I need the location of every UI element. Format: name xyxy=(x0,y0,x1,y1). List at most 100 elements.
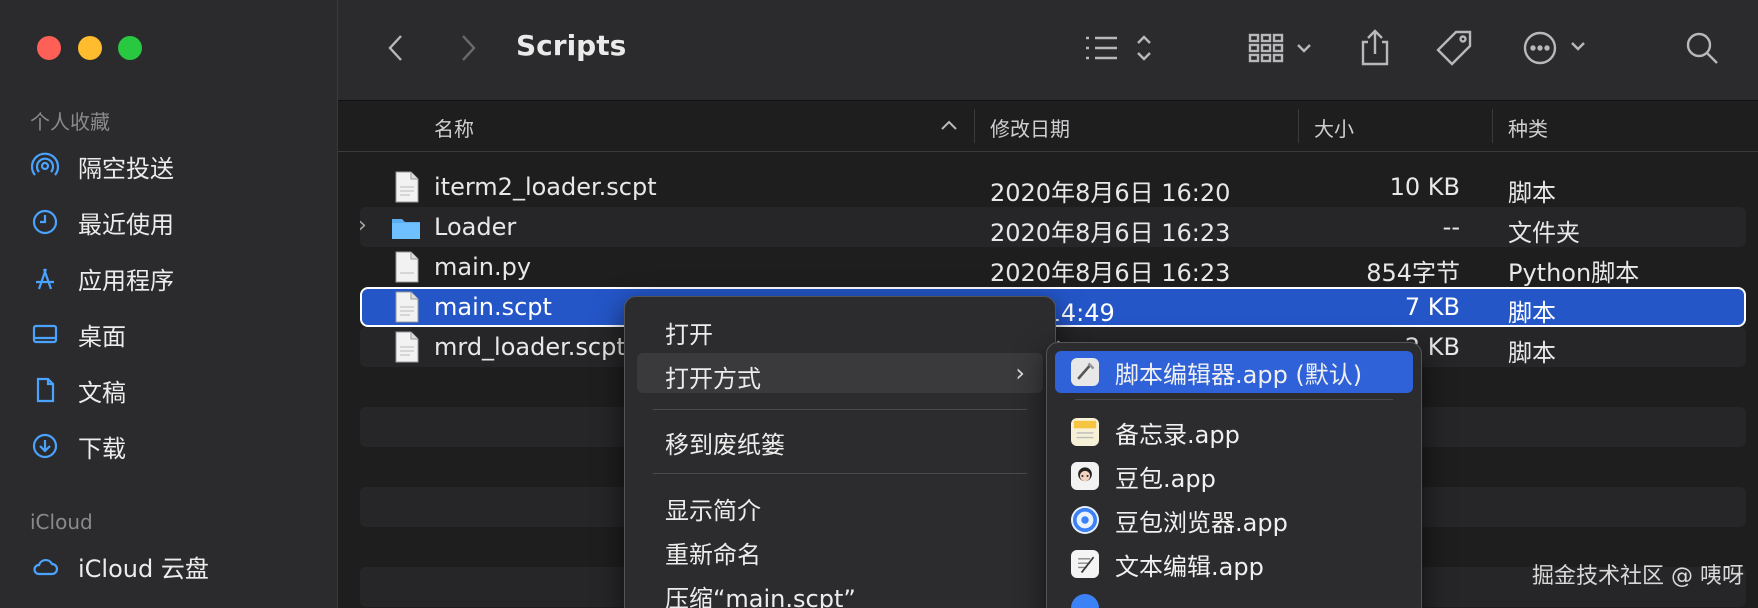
cloud-icon xyxy=(30,551,60,581)
menu-item-move-to-trash[interactable]: 移到废纸篓 xyxy=(637,419,1043,459)
folder-icon xyxy=(392,219,420,239)
table-row[interactable]: iterm2_loader.scpt 2020年8月6日 16:20 10 KB… xyxy=(360,167,1746,207)
open-with-script-editor[interactable]: 脚本编辑器.app (默认) xyxy=(1055,351,1413,393)
menu-item-open[interactable]: 打开 xyxy=(637,309,1043,349)
file-kind: 脚本 xyxy=(1508,339,1556,367)
list-view-icon xyxy=(1086,35,1151,61)
column-header-size[interactable]: 大小 xyxy=(1314,113,1354,142)
script-file-icon xyxy=(395,171,419,203)
sidebar-item-label: 桌面 xyxy=(78,322,126,351)
python-file-icon xyxy=(395,251,419,283)
sort-ascending-icon xyxy=(941,120,957,130)
desktop-icon xyxy=(30,319,60,349)
script-file-icon xyxy=(395,331,419,363)
context-menu: 打开 打开方式 › 移到废纸篓 显示简介 重新命名 压缩“main.scpt” xyxy=(624,296,1056,608)
table-row[interactable]: › Loader 2020年8月6日 16:23 -- 文件夹 xyxy=(358,207,1746,247)
favorites-section-label: 个人收藏 xyxy=(30,110,110,134)
file-kind: 文件夹 xyxy=(1508,219,1580,247)
sidebar-item-applications[interactable]: 应用程序 xyxy=(30,256,320,300)
open-with-app-item[interactable]: 豆包.app xyxy=(1055,455,1413,497)
sidebar-item-label: 应用程序 xyxy=(78,266,174,295)
minimize-window-button[interactable] xyxy=(78,36,102,60)
grid-icon xyxy=(1248,33,1311,63)
view-options-button[interactable] xyxy=(1082,28,1156,68)
document-icon xyxy=(30,375,60,405)
tag-icon xyxy=(1436,30,1472,66)
file-kind: 脚本 xyxy=(1508,179,1556,207)
file-name: Loader xyxy=(434,213,517,241)
notes-app-icon xyxy=(1071,418,1099,446)
group-button[interactable] xyxy=(1246,28,1316,68)
icloud-section-label: iCloud xyxy=(30,510,93,534)
airdrop-icon xyxy=(30,151,60,181)
open-with-app-item[interactable]: 豆包浏览器.app xyxy=(1055,499,1413,541)
applications-icon xyxy=(30,263,60,293)
download-icon xyxy=(30,431,60,461)
sidebar-item-label: 下载 xyxy=(78,434,126,463)
sidebar-item-label: 文稿 xyxy=(78,378,126,407)
app-icon xyxy=(1071,594,1099,608)
file-size: -- xyxy=(1442,213,1460,241)
zoom-window-button[interactable] xyxy=(118,36,142,60)
doubao-app-icon xyxy=(1071,462,1099,490)
open-with-app-item-partial[interactable] xyxy=(1055,587,1413,608)
column-header-kind[interactable]: 种类 xyxy=(1508,113,1548,142)
sidebar-item-label: 最近使用 xyxy=(78,210,174,239)
menu-item-get-info[interactable]: 显示简介 xyxy=(637,485,1043,525)
sidebar-item-airdrop[interactable]: 隔空投送 xyxy=(30,144,320,188)
finder-window: 个人收藏 隔空投送 最近使用 应用程序 桌面 文稿 下载 iCloud iClo… xyxy=(0,0,1758,608)
script-editor-app-icon xyxy=(1071,358,1099,386)
open-with-app-item[interactable]: 文本编辑.app xyxy=(1055,543,1413,585)
chevron-right-icon xyxy=(462,35,476,61)
search-button[interactable] xyxy=(1684,28,1720,68)
sidebar-item-label: iCloud 云盘 xyxy=(78,554,209,583)
sidebar: 个人收藏 隔空投送 最近使用 应用程序 桌面 文稿 下载 iCloud iClo… xyxy=(0,0,338,608)
menu-item-compress[interactable]: 压缩“main.scpt” xyxy=(637,573,1043,608)
file-size: 854字节 xyxy=(1366,259,1460,287)
file-kind: Python脚本 xyxy=(1508,259,1640,287)
chevron-left-icon xyxy=(388,35,402,61)
chevron-right-icon: › xyxy=(1015,359,1025,387)
file-size: 10 KB xyxy=(1389,173,1460,201)
sidebar-item-downloads[interactable]: 下载 xyxy=(30,424,320,468)
file-size: 7 KB xyxy=(1404,293,1460,321)
more-actions-button[interactable] xyxy=(1522,28,1596,68)
tag-button[interactable] xyxy=(1434,28,1474,68)
open-with-submenu: 脚本编辑器.app (默认) 备忘录.app 豆包.app 豆包浏览器.app xyxy=(1046,342,1422,608)
disclosure-triangle-icon[interactable]: › xyxy=(358,213,367,238)
sidebar-item-recents[interactable]: 最近使用 xyxy=(30,200,320,244)
sidebar-item-documents[interactable]: 文稿 xyxy=(30,368,320,412)
toolbar: Scripts xyxy=(338,0,1758,101)
textedit-app-icon xyxy=(1071,550,1099,578)
share-button[interactable] xyxy=(1358,28,1392,68)
file-name: mrd_loader.scpt xyxy=(434,333,626,361)
sidebar-item-desktop[interactable]: 桌面 xyxy=(30,312,320,356)
forward-button[interactable] xyxy=(454,28,482,68)
table-row[interactable]: main.py 2020年8月6日 16:23 854字节 Python脚本 xyxy=(360,247,1746,287)
search-icon xyxy=(1686,32,1718,64)
file-name: main.scpt xyxy=(434,293,552,321)
script-file-icon xyxy=(395,291,419,323)
close-window-button[interactable] xyxy=(37,36,61,60)
file-kind: 脚本 xyxy=(1508,299,1556,327)
file-date: 2020年8月6日 16:23 xyxy=(990,259,1231,287)
column-header-name[interactable]: 名称 xyxy=(434,113,474,142)
file-name: iterm2_loader.scpt xyxy=(434,173,657,201)
share-icon xyxy=(1361,29,1389,66)
window-title: Scripts xyxy=(516,29,627,62)
open-with-app-item[interactable]: 备忘录.app xyxy=(1055,411,1413,453)
watermark: 掘金技术社区 @ 咦呀 xyxy=(1532,564,1744,589)
file-date: 2020年8月6日 16:23 xyxy=(990,219,1231,247)
column-header-date[interactable]: 修改日期 xyxy=(990,113,1070,142)
ellipsis-circle-icon xyxy=(1523,31,1585,65)
menu-item-open-with[interactable]: 打开方式 › xyxy=(637,353,1043,393)
file-date: 2020年8月6日 16:20 xyxy=(990,179,1231,207)
sidebar-item-icloud-drive[interactable]: iCloud 云盘 xyxy=(30,544,320,588)
menu-item-rename[interactable]: 重新命名 xyxy=(637,529,1043,569)
back-button[interactable] xyxy=(382,28,410,68)
column-header-bar: 名称 修改日期 大小 种类 xyxy=(338,101,1758,152)
sidebar-item-label: 隔空投送 xyxy=(78,154,174,183)
clock-icon xyxy=(30,207,60,237)
file-name: main.py xyxy=(434,253,532,281)
doubao-browser-app-icon xyxy=(1071,506,1099,534)
